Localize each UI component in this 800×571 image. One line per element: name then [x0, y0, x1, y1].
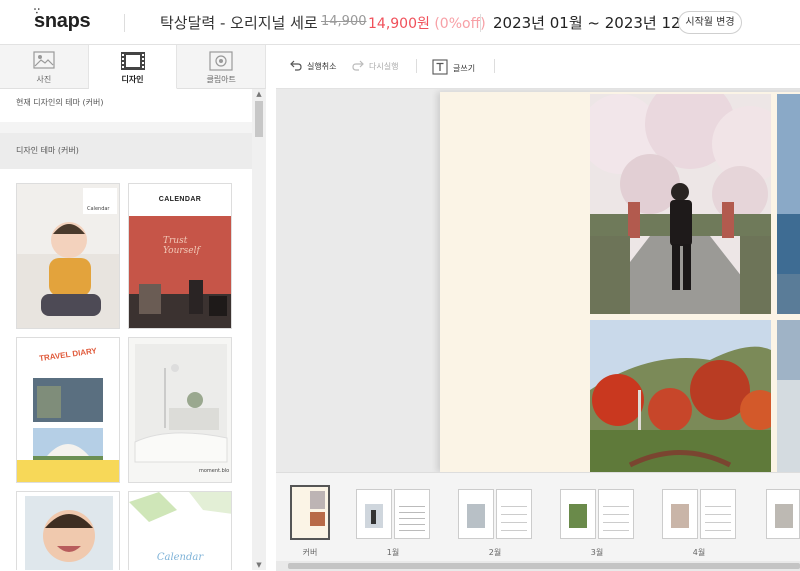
filmstrip-jan-label: 1월	[386, 548, 400, 557]
clipart-icon	[209, 51, 233, 75]
tab-design-label: 디자인	[121, 75, 144, 84]
redo-label: 다시실행	[369, 61, 399, 71]
scrollbar-thumb[interactable]	[255, 101, 263, 137]
scroll-down-icon[interactable]: ▼	[255, 561, 263, 569]
thumb-neon-sign: Trust Yourself	[163, 236, 200, 256]
filmstrip-mar-back[interactable]	[598, 489, 634, 539]
header: ∵ snaps 탁상달력 - 오리지널 세로 14,900 14,900원 (0…	[0, 0, 800, 45]
panel-tabs: 사진 디자인 클립아트	[0, 45, 267, 89]
undo-icon	[290, 59, 302, 73]
tab-clipart[interactable]: 클립아트	[177, 45, 267, 89]
theme-thumb-baby-face[interactable]	[16, 491, 120, 570]
tab-design[interactable]: 디자인	[88, 45, 178, 89]
page-filmstrip: 커버 1월 2월 3월 4월	[276, 472, 800, 571]
header-divider	[124, 14, 125, 32]
theme-thumb-baby[interactable]: Calendar	[16, 183, 120, 329]
filmstrip-mar-front[interactable]	[560, 489, 596, 539]
theme-section-header: 디자인 테마 (커버)	[0, 133, 252, 169]
filmstrip-apr-front[interactable]	[662, 489, 698, 539]
filmstrip-mar-label: 3월	[590, 548, 604, 557]
photo-icon	[33, 51, 55, 73]
change-start-month-button[interactable]: 시작월 변경	[678, 11, 742, 34]
sale-price-value: 14,900원	[368, 16, 430, 32]
left-panel: 사진 디자인 클립아트 현재 디자인의 테마 (커버) 디자인 테마 (커버)	[0, 45, 267, 570]
undo-button[interactable]: 실행취소	[290, 59, 336, 73]
photo-autumn[interactable]	[590, 320, 771, 472]
toolbar-divider	[494, 59, 495, 73]
filmstrip-feb-back[interactable]	[496, 489, 532, 539]
toolbar-divider	[416, 59, 417, 73]
filmstrip-feb-front[interactable]	[458, 489, 494, 539]
snaps-logo[interactable]: ∵ snaps	[34, 6, 91, 33]
redo-button[interactable]: 다시실행	[352, 59, 398, 73]
scroll-up-icon[interactable]: ▲	[255, 90, 263, 98]
thumb-baby-title: Calendar	[87, 206, 110, 212]
theme-thumb-bedroom[interactable]: moment.blo	[128, 337, 232, 483]
logo-dots-icon: ∵	[34, 6, 40, 16]
filmstrip-cover[interactable]	[290, 485, 330, 540]
edit-toolbar: 실행취소 다시실행 글쓰기	[276, 45, 800, 89]
cover-page[interactable]	[440, 92, 800, 472]
undo-label: 실행취소	[307, 61, 337, 71]
filmstrip-cover-label: 커버	[302, 548, 318, 557]
design-theme-title: 디자인 테마 (커버)	[16, 146, 79, 155]
photo-sea-partial[interactable]	[777, 94, 800, 314]
current-theme-section: 현재 디자인의 테마 (커버)	[0, 89, 252, 122]
design-icon	[120, 51, 146, 75]
calendar-period: 2023년 01월 ~ 2023년 12월	[493, 14, 695, 32]
header-divider	[480, 14, 481, 32]
tab-photo-label: 사진	[36, 75, 52, 84]
current-theme-title: 현재 디자인의 테마 (커버)	[16, 98, 104, 107]
thumb-neon-title: CALENDAR	[158, 196, 202, 203]
text-button[interactable]: 글쓰기	[432, 59, 475, 77]
thumb-bedroom-caption: moment.blo	[199, 468, 230, 474]
theme-thumb-neon[interactable]: CALENDAR Trust Yourself	[128, 183, 232, 329]
filmstrip-jan-front[interactable]	[356, 489, 392, 539]
tab-photo[interactable]: 사진	[0, 45, 89, 89]
filmstrip-jan-back[interactable]	[394, 489, 430, 539]
discount-rate: (0%off)	[434, 16, 486, 32]
theme-thumb-calendar-map[interactable]: Calendar	[128, 491, 232, 570]
photo-partial-bottom[interactable]	[777, 320, 800, 472]
filmstrip-may-front[interactable]	[766, 489, 800, 539]
logo-text: snaps	[34, 10, 91, 32]
theme-grid: Calendar CALENDAR Trust Yourself TRAVEL …	[0, 169, 252, 570]
sale-price: 14,900원 (0%off)	[368, 13, 486, 33]
product-title: 탁상달력 - 오리지널 세로	[160, 14, 318, 32]
filmstrip-apr-back[interactable]	[700, 489, 736, 539]
edit-canvas[interactable]	[276, 89, 800, 472]
theme-scrollbar[interactable]: ▲ ▼	[252, 89, 266, 570]
filmstrip-apr-label: 4월	[692, 548, 706, 557]
original-price: 14,900	[321, 14, 367, 29]
text-label: 글쓰기	[453, 63, 476, 73]
theme-thumb-travel[interactable]: TRAVEL DIARY	[16, 337, 120, 483]
filmstrip-feb-label: 2월	[488, 548, 502, 557]
filmstrip-scrollbar-thumb[interactable]	[288, 563, 800, 569]
redo-icon	[352, 59, 364, 73]
photo-cherry-blossom[interactable]	[590, 94, 771, 314]
text-icon	[432, 59, 448, 77]
thumb-calendar-script: Calendar	[156, 552, 204, 563]
tab-clipart-label: 클립아트	[206, 75, 236, 84]
